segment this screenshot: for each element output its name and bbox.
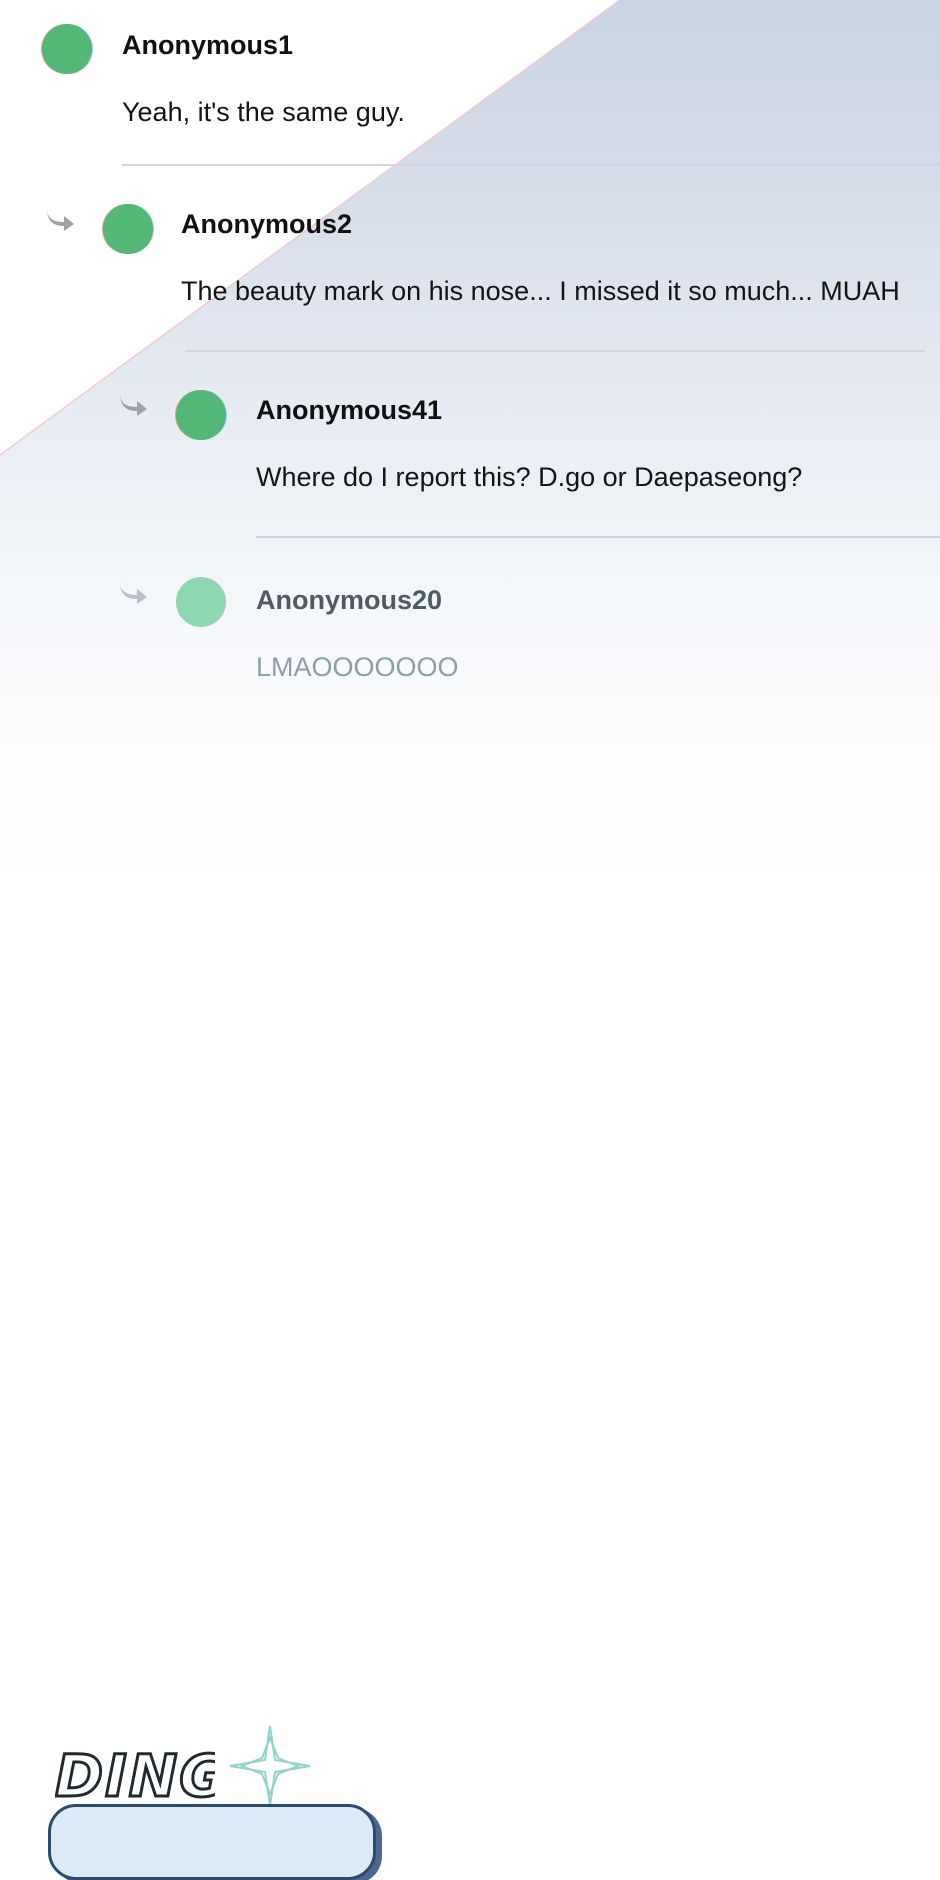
avatar[interactable] [42,24,92,74]
avatar[interactable] [176,390,226,440]
comment-username[interactable]: Anonymous1 [122,30,293,61]
ding-text: DING [55,1742,215,1810]
reply-arrow-icon [120,393,147,416]
comment-message: Where do I report this? D.go or Daepaseo… [256,462,803,492]
comment-username[interactable]: Anonymous20 [256,585,442,616]
comment-message: Yeah, it's the same guy. [122,97,405,127]
reply-arrow-icon [47,208,74,231]
reply-arrow-icon [120,581,147,604]
speech-bubble [48,1804,376,1880]
avatar[interactable] [176,577,226,627]
comment-divider [256,536,940,538]
comment-message: The beauty mark on his nose... I missed … [181,276,900,306]
comment-message: LMAOOOOOOO [256,652,459,682]
comment-username[interactable]: Anonymous41 [256,395,442,426]
comment-divider [185,350,925,352]
comment-divider [122,164,940,166]
ding-lettering: DING [54,1741,229,1812]
sparkle-icon [229,1725,311,1807]
comment-username[interactable]: Anonymous2 [181,209,352,240]
avatar[interactable] [103,204,153,254]
